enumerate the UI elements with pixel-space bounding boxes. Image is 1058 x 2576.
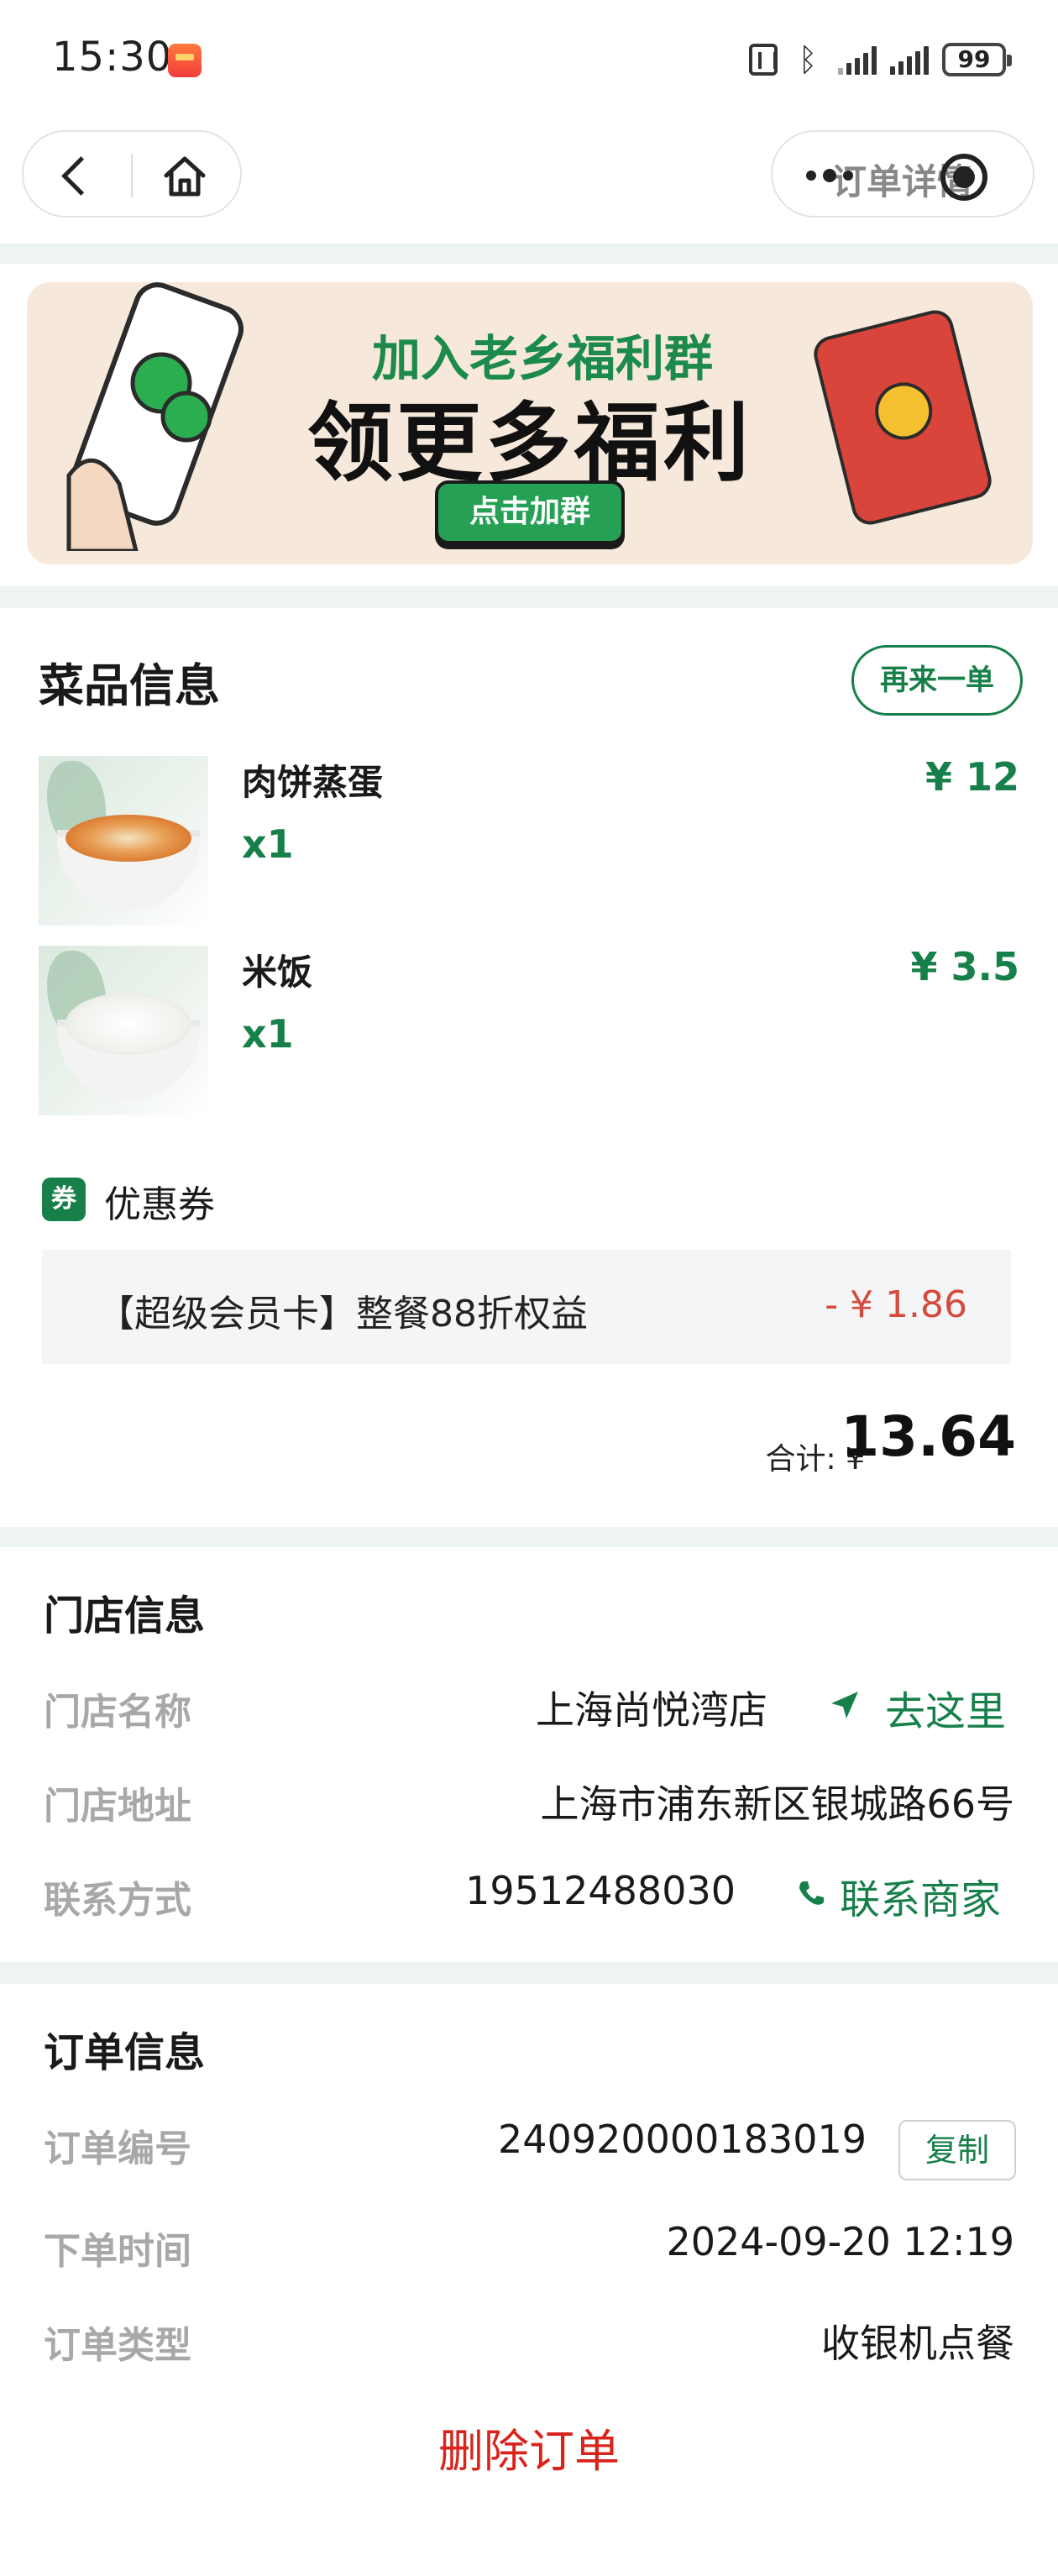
nav-capsule-right: 订单详情 [771, 130, 1034, 218]
bluetooth-icon: ᛒ [798, 41, 818, 78]
coupon-label: 优惠券 [104, 1183, 215, 1226]
store-address-label: 门店地址 [44, 1785, 191, 1828]
dish-image [39, 756, 208, 926]
close-miniprogram-icon[interactable] [940, 154, 987, 201]
divider-band [0, 244, 1058, 264]
dish-name: 米饭 [242, 952, 313, 993]
store-section-title: 门店信息 [44, 1592, 206, 1640]
back-icon[interactable] [52, 152, 99, 199]
order-time-value: 2024-09-20 12:19 [666, 2219, 1014, 2264]
join-group-button[interactable]: 点击加群 [435, 480, 625, 544]
signal-icon [838, 45, 877, 75]
coupon-icon: 券 [42, 1178, 86, 1221]
dish-image [39, 946, 208, 1115]
dish-price: ¥ 12 [924, 754, 1019, 800]
divider-band [0, 586, 1058, 608]
coupon-discount-amount: - ¥ 1.86 [825, 1283, 967, 1326]
order-number-label: 订单编号 [44, 2127, 191, 2170]
navigate-link[interactable]: 去这里 [885, 1678, 1006, 1737]
order-time-label: 下单时间 [44, 2230, 191, 2273]
order-section-title: 订单信息 [44, 2029, 206, 2076]
total-value: 13.64 [841, 1404, 1016, 1469]
dish-quantity: x1 [242, 1011, 294, 1057]
order-type-label: 订单类型 [44, 2324, 191, 2367]
more-icon[interactable] [806, 169, 853, 182]
coupon-row: 【超级会员卡】整餐88折权益 - ¥ 1.86 [42, 1250, 1011, 1364]
contact-phone-value: 19512488030 [465, 1868, 736, 1913]
store-name-label: 门店名称 [44, 1691, 191, 1734]
battery-indicator: 99 [942, 43, 1012, 76]
order-number-value: 240920000183019 [498, 2117, 867, 2162]
reorder-button[interactable]: 再来一单 [851, 645, 1023, 716]
dish-quantity: x1 [242, 821, 294, 867]
app-notification-icon [168, 44, 202, 77]
dish-name: 肉饼蒸蛋 [242, 762, 384, 803]
status-time: 15:30 [52, 34, 173, 81]
order-type-value: 收银机点餐 [821, 2321, 1014, 2366]
copy-button[interactable]: 复制 [898, 2120, 1016, 2180]
contact-merchant-link[interactable]: 联系商家 [840, 1866, 1001, 1925]
dishes-section-title: 菜品信息 [39, 659, 220, 712]
delete-order-button[interactable]: 删除订单 [0, 2414, 1058, 2480]
store-name-value: 上海尚悦湾店 [536, 1687, 767, 1733]
nav-divider [131, 154, 133, 197]
signal-icon-2 [890, 45, 929, 75]
divider-band [0, 1962, 1058, 1984]
store-address-value: 上海市浦东新区银城路66号 [540, 1781, 1014, 1827]
nav-capsule-left [22, 130, 242, 218]
navigate-icon[interactable] [828, 1688, 862, 1722]
coupon-name: 【超级会员卡】整餐88折权益 [97, 1293, 588, 1335]
status-bar: 15:30 ᛒ 99 [0, 0, 1058, 126]
phone-icon[interactable] [796, 1878, 826, 1908]
dish-price: ¥ 3.5 [910, 944, 1019, 989]
promo-banner[interactable]: 加入老乡福利群 领更多福利 点击加群 [27, 282, 1033, 564]
contact-label: 联系方式 [44, 1879, 191, 1922]
home-icon[interactable] [160, 150, 210, 201]
divider-band [0, 1527, 1058, 1547]
status-icons: ᛒ 99 [749, 39, 1012, 81]
nfc-icon [749, 44, 778, 76]
